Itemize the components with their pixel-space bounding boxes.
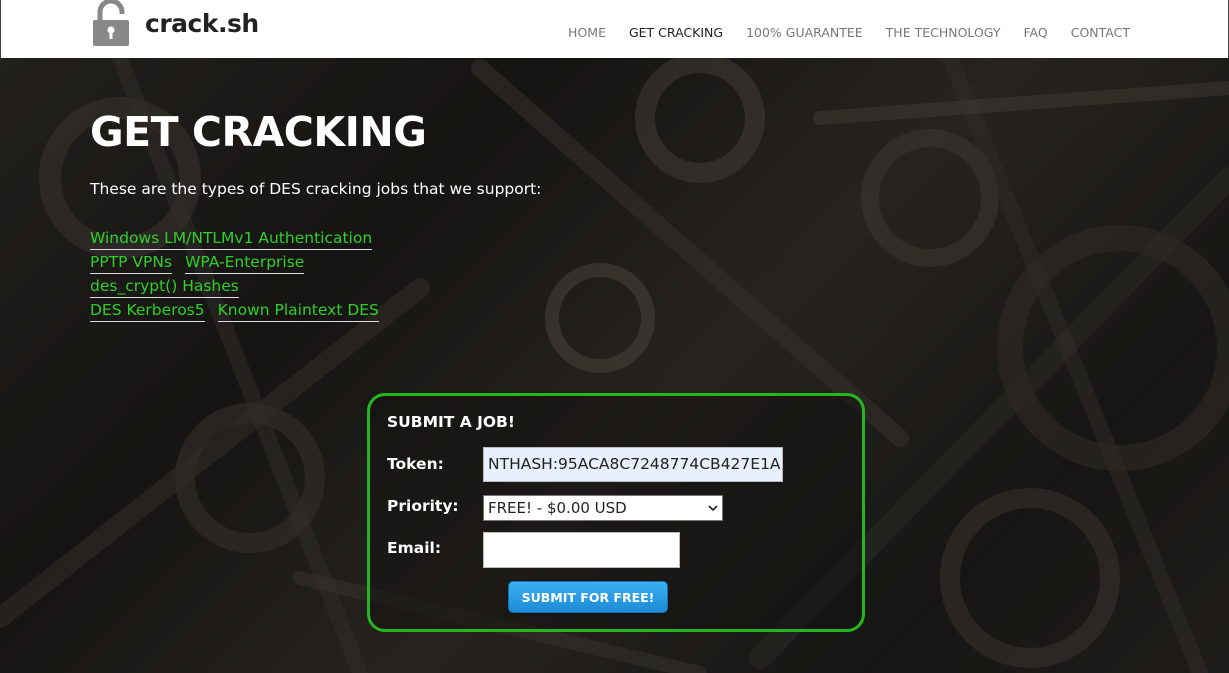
token-value: NTHASH:95ACA8C7248774CB427E1AE5 bbox=[488, 455, 783, 473]
nav-home[interactable]: HOME bbox=[568, 25, 606, 40]
link-row: des_crypt() Hashes bbox=[90, 276, 392, 300]
hero-section: GET CRACKING These are the types of DES … bbox=[0, 58, 1229, 673]
priority-value: FREE! - $0.00 USD bbox=[488, 499, 627, 517]
nav-get-cracking[interactable]: GET CRACKING bbox=[629, 25, 723, 40]
nav-faq[interactable]: FAQ bbox=[1024, 25, 1048, 40]
token-input[interactable]: NTHASH:95ACA8C7248774CB427E1AE5 bbox=[483, 447, 783, 482]
intro-text: These are the types of DES cracking jobs… bbox=[90, 180, 542, 198]
priority-label: Priority: bbox=[387, 497, 459, 515]
chevron-down-icon bbox=[708, 505, 718, 512]
link-windows-lm-ntlmv1[interactable]: Windows LM/NTLMv1 Authentication bbox=[90, 228, 373, 250]
job-type-links: Windows LM/NTLMv1 Authentication PPTP VP… bbox=[90, 228, 392, 324]
link-pptp-vpns[interactable]: PPTP VPNs bbox=[90, 252, 173, 274]
nav-contact[interactable]: CONTACT bbox=[1071, 25, 1130, 40]
link-known-plaintext-des[interactable]: Known Plaintext DES bbox=[217, 300, 379, 322]
link-des-crypt-hashes[interactable]: des_crypt() Hashes bbox=[90, 276, 239, 298]
submit-job-form: SUBMIT A JOB! Token: NTHASH:95ACA8C72487… bbox=[367, 393, 865, 632]
email-field[interactable] bbox=[483, 532, 680, 568]
email-label: Email: bbox=[387, 539, 442, 557]
link-des-kerberos5[interactable]: DES Kerberos5 bbox=[90, 300, 205, 322]
site-header: crack.sh HOME GET CRACKING 100% GUARANTE… bbox=[0, 0, 1229, 58]
page-title: GET CRACKING bbox=[90, 108, 427, 156]
main-nav: HOME GET CRACKING 100% GUARANTEE THE TEC… bbox=[545, 25, 1130, 40]
nav-technology[interactable]: THE TECHNOLOGY bbox=[886, 25, 1001, 40]
nav-guarantee[interactable]: 100% GUARANTEE bbox=[746, 25, 863, 40]
token-label: Token: bbox=[387, 455, 444, 473]
link-row: PPTP VPNs WPA-Enterprise bbox=[90, 252, 392, 276]
link-row: DES Kerberos5 Known Plaintext DES bbox=[90, 300, 392, 324]
site-name[interactable]: crack.sh bbox=[145, 9, 259, 38]
link-wpa-enterprise[interactable]: WPA-Enterprise bbox=[185, 252, 305, 274]
link-row: Windows LM/NTLMv1 Authentication bbox=[90, 228, 392, 252]
submit-button[interactable]: SUBMIT FOR FREE! bbox=[508, 581, 668, 613]
form-title: SUBMIT A JOB! bbox=[387, 413, 515, 431]
priority-select[interactable]: FREE! - $0.00 USD bbox=[483, 495, 723, 521]
logo[interactable]: crack.sh bbox=[91, 0, 259, 46]
padlock-icon bbox=[93, 0, 129, 46]
